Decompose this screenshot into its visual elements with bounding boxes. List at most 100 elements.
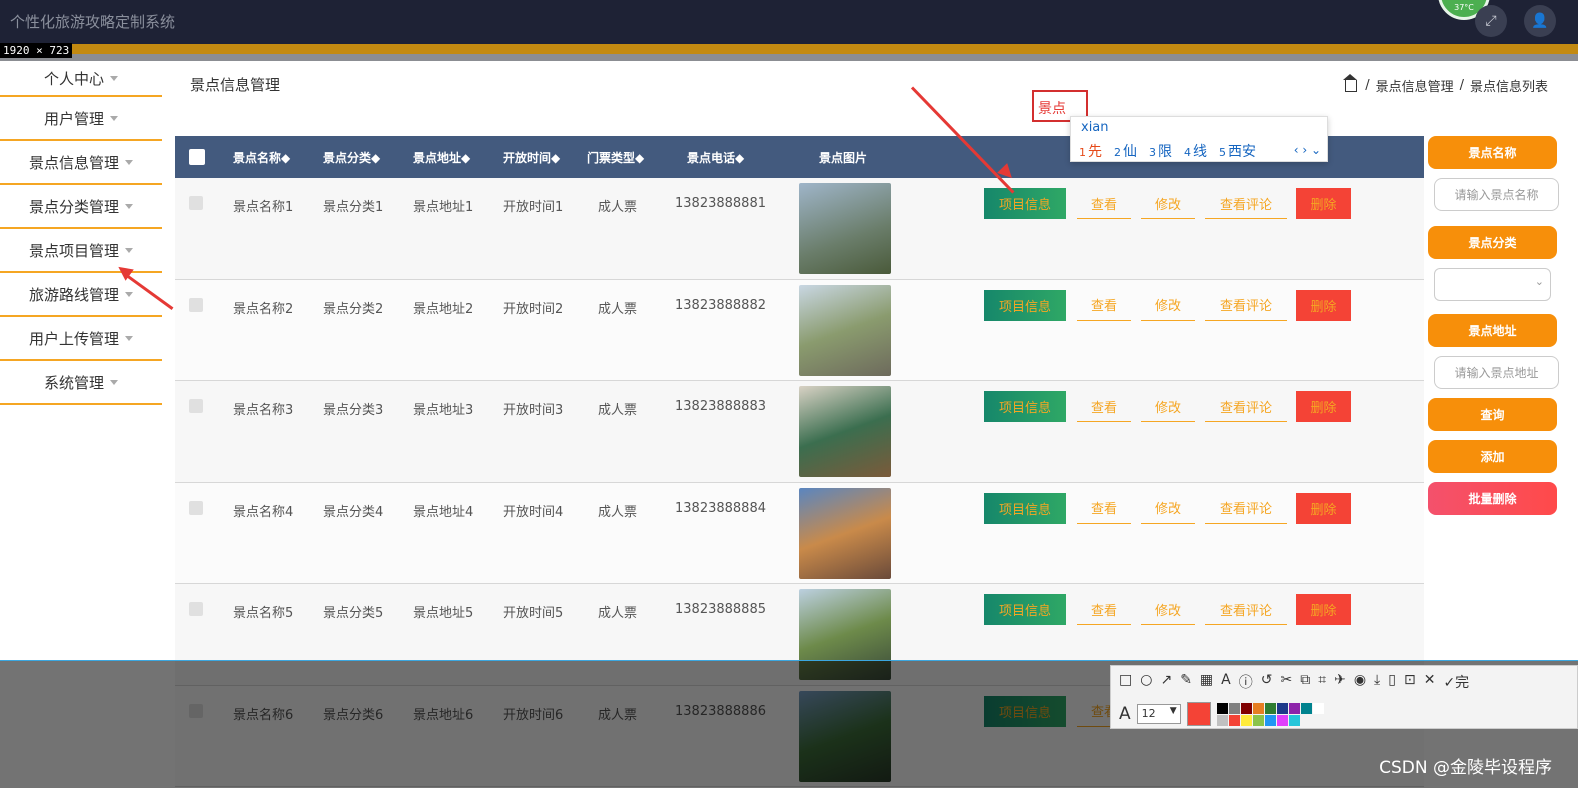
snip-tool-icon[interactable]: ⊡ [1404,672,1416,692]
color-swatch[interactable] [1216,714,1228,726]
color-swatch[interactable] [1228,702,1240,714]
row-checkbox[interactable] [189,196,203,210]
spot-image[interactable] [799,183,891,274]
query-button[interactable]: 查询 [1428,398,1557,431]
delete-button[interactable]: 删除 [1296,391,1351,422]
view-button[interactable]: 查看 [1077,493,1131,524]
view-button[interactable]: 查看 [1077,391,1131,422]
view-reviews-button[interactable]: 查看评论 [1205,290,1287,321]
user-avatar-icon[interactable]: 👤 [1524,5,1556,37]
project-info-button[interactable]: 项目信息 [984,188,1066,219]
color-swatch[interactable] [1240,714,1252,726]
th-ticket[interactable]: 门票类型◆ [587,149,644,166]
edit-button[interactable]: 修改 [1141,493,1195,524]
current-color-swatch[interactable] [1186,702,1211,726]
delete-button[interactable]: 删除 [1296,492,1351,524]
project-info-button[interactable]: 项目信息 [984,289,1066,321]
ime-candidate[interactable]: 2仙 [1114,141,1137,161]
th-category[interactable]: 景点分类◆ [323,149,380,166]
snip-tool-icon[interactable]: ✕ [1424,672,1436,692]
snip-tool-icon[interactable]: ⤓ [1374,672,1380,692]
breadcrumb-item[interactable]: 景点信息管理 [1376,76,1454,95]
snip-tool-icon[interactable]: ⓘ [1239,672,1253,692]
delete-button[interactable]: 删除 [1296,594,1351,625]
color-swatch[interactable] [1216,702,1228,714]
row-checkbox[interactable] [189,602,203,616]
th-phone[interactable]: 景点电话◆ [687,149,744,166]
snip-tool-icon[interactable]: ◉ [1354,672,1366,692]
th-hours[interactable]: 开放时间◆ [503,149,560,166]
snip-tool-icon[interactable]: ↗ [1160,672,1172,692]
font-size-select[interactable]: 12 ▼ [1136,704,1181,724]
sidebar-item-user-management[interactable]: 用户管理 [0,97,162,141]
view-reviews-button[interactable]: 查看评论 [1205,188,1287,219]
ime-candidate[interactable]: 1先 [1079,141,1102,161]
color-swatch[interactable] [1288,702,1300,714]
snip-tool-icon[interactable]: ⧉ [1300,672,1310,692]
edit-button[interactable]: 修改 [1141,594,1195,625]
snip-tool-icon[interactable]: ⌗ [1318,672,1326,692]
snip-tool-icon[interactable]: ✈ [1334,672,1346,692]
sidebar-item-user-upload[interactable]: 用户上传管理 [0,317,162,361]
th-name[interactable]: 景点名称◆ [233,149,290,166]
edit-button[interactable]: 修改 [1141,188,1195,219]
spot-image[interactable] [799,386,891,477]
delete-button[interactable]: 删除 [1296,289,1351,321]
spot-image[interactable] [799,284,891,376]
view-reviews-button[interactable]: 查看评论 [1205,493,1287,524]
view-button[interactable]: 查看 [1077,188,1131,219]
spot-image[interactable] [799,487,891,579]
edit-button[interactable]: 修改 [1141,290,1195,321]
color-swatch[interactable] [1300,702,1312,714]
snip-tool-icon[interactable]: ▦ [1200,672,1213,692]
project-info-button[interactable]: 项目信息 [984,594,1066,625]
select-all-checkbox[interactable] [189,149,205,165]
color-swatch[interactable] [1312,702,1324,714]
view-reviews-button[interactable]: 查看评论 [1205,391,1287,422]
spot-name-input[interactable]: 请输入景点名称 [1434,178,1559,211]
snip-tool-icon[interactable]: □ [1119,672,1132,692]
ime-candidate[interactable]: 4线 [1184,141,1207,161]
snip-tool-icon[interactable]: ✓完 [1443,672,1469,692]
home-icon[interactable] [1343,73,1358,92]
view-button[interactable]: 查看 [1077,290,1131,321]
delete-button[interactable]: 删除 [1296,188,1351,219]
view-button[interactable]: 查看 [1077,594,1131,625]
row-checkbox[interactable] [189,297,203,312]
add-button[interactable]: 添加 [1428,440,1557,473]
fullscreen-icon[interactable]: ⤢ [1475,5,1507,37]
ime-page-nav[interactable]: ‹ › ⌄ [1294,143,1321,157]
edit-button[interactable]: 修改 [1141,391,1195,422]
color-swatch[interactable] [1240,702,1252,714]
ime-candidate[interactable]: 3限 [1149,141,1172,161]
color-swatch[interactable] [1252,702,1264,714]
snip-tool-icon[interactable]: ✎ [1180,672,1192,692]
project-info-button[interactable]: 项目信息 [984,391,1066,422]
color-swatch[interactable] [1252,714,1264,726]
snip-tool-icon[interactable]: ▯ [1388,672,1396,692]
sidebar-item-spot-info[interactable]: 景点信息管理 [0,141,162,185]
color-swatch[interactable] [1228,714,1240,726]
spot-category-select[interactable] [1434,268,1551,301]
color-swatch[interactable] [1264,714,1276,726]
project-info-button[interactable]: 项目信息 [984,492,1066,524]
sidebar-item-route[interactable]: 旅游路线管理 [0,273,162,317]
sidebar-item-personal-center[interactable]: 个人中心 [0,61,162,97]
sidebar-item-system[interactable]: 系统管理 [0,361,162,405]
snip-tool-icon[interactable]: A [1221,672,1231,692]
ime-candidate[interactable]: 5 西安 [1219,141,1256,161]
th-address[interactable]: 景点地址◆ [413,149,470,166]
spot-address-input[interactable]: 请输入景点地址 [1434,356,1559,389]
view-reviews-button[interactable]: 查看评论 [1205,594,1287,625]
snip-tool-icon[interactable]: ↺ [1261,672,1273,692]
snip-tool-icon[interactable]: ✂ [1280,672,1292,692]
batch-delete-button[interactable]: 批量删除 [1428,482,1557,515]
color-swatch[interactable] [1276,714,1288,726]
snip-tool-icon[interactable]: ○ [1140,672,1152,692]
color-swatch[interactable] [1276,702,1288,714]
sidebar-item-spot-category[interactable]: 景点分类管理 [0,185,162,229]
row-checkbox[interactable] [189,399,203,413]
color-swatch[interactable] [1264,702,1276,714]
row-checkbox[interactable] [189,500,203,515]
color-swatch[interactable] [1288,714,1300,726]
